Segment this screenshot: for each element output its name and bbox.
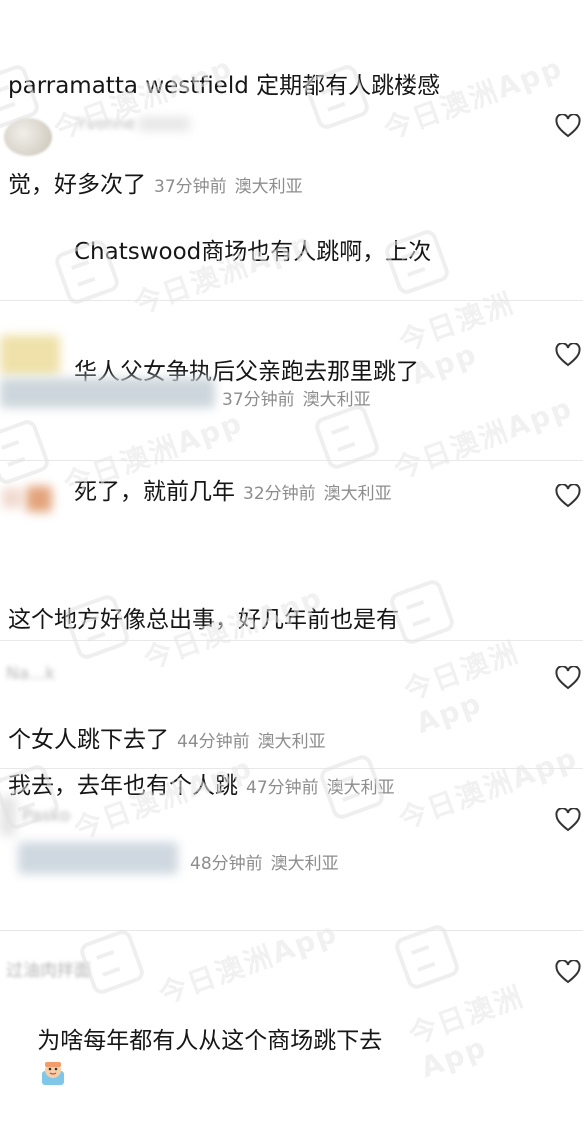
username[interactable]: Yvonne (76, 114, 135, 133)
username[interactable]: Pasko (22, 806, 70, 826)
comment-location: 澳大利亚 (323, 484, 392, 504)
heart-outline-icon[interactable] (555, 666, 581, 690)
heart-outline-icon[interactable] (555, 484, 581, 508)
jinri-aozhou-logo-icon (0, 417, 52, 487)
comment-location: 澳大利亚 (270, 854, 339, 874)
blurred-username-suffix (138, 117, 190, 131)
username[interactable]: Na...k (6, 664, 55, 684)
comment-line: 我去，去年也有个人跳 (8, 773, 238, 799)
divider (0, 300, 583, 301)
heart-outline-icon[interactable] (555, 808, 581, 832)
comment-line: 死了，就前几年 (74, 479, 235, 505)
heart-outline-icon[interactable] (555, 960, 581, 984)
blurred-avatar (2, 488, 22, 508)
blurred-avatar (0, 335, 60, 375)
divider (0, 768, 583, 769)
comment-location: 澳大利亚 (302, 390, 371, 410)
emoji-icon (42, 1062, 65, 1085)
comment-line-with-meta: 我去，去年也有个人跳 47分钟前 澳大利亚 (8, 770, 528, 805)
blurred-avatar (26, 486, 52, 512)
blurred-name (0, 378, 215, 408)
divider (0, 640, 583, 641)
comment-time: 48分钟前 (190, 854, 263, 874)
heart-outline-icon[interactable] (555, 343, 581, 367)
watermark: 今日澳洲App (77, 916, 342, 1011)
divider (0, 930, 583, 931)
comment-meta: 47分钟前 澳大利亚 (246, 778, 395, 798)
comment-time: 32分钟前 (243, 484, 316, 504)
comment-time: 37分钟前 (222, 390, 295, 410)
blurred-name (18, 842, 178, 874)
avatar[interactable] (4, 118, 52, 156)
blurred-avatar (0, 796, 16, 836)
username[interactable]: 过油肉拌面 (6, 956, 91, 981)
comment-line-with-meta: 死了，就前几年 32分钟前 澳大利亚 (74, 472, 534, 514)
comment-meta: 48分钟前 澳大利亚 (190, 849, 339, 874)
comment-line: 这个地方好像总出事，好几年前也是有 (8, 607, 399, 633)
comment-meta: 37分钟前 澳大利亚 (222, 385, 371, 410)
comment-time: 47分钟前 (246, 778, 319, 798)
comment-line: Chatswood商场也有人跳啊，上次 (74, 239, 432, 265)
comment-line: 为啥每年都有人从这个商场跳下去 (37, 1028, 383, 1054)
comment-line: parramatta westfield 定期都有人跳楼感 (8, 73, 441, 99)
comment-location: 澳大利亚 (326, 778, 395, 798)
comment-meta: 32分钟前 澳大利亚 (243, 484, 392, 504)
heart-outline-icon[interactable] (555, 114, 581, 138)
jinri-aozhou-logo-icon (392, 922, 462, 992)
comment-text: 为啥每年都有人从这个商场跳下去 (8, 992, 488, 1124)
divider (0, 460, 583, 461)
